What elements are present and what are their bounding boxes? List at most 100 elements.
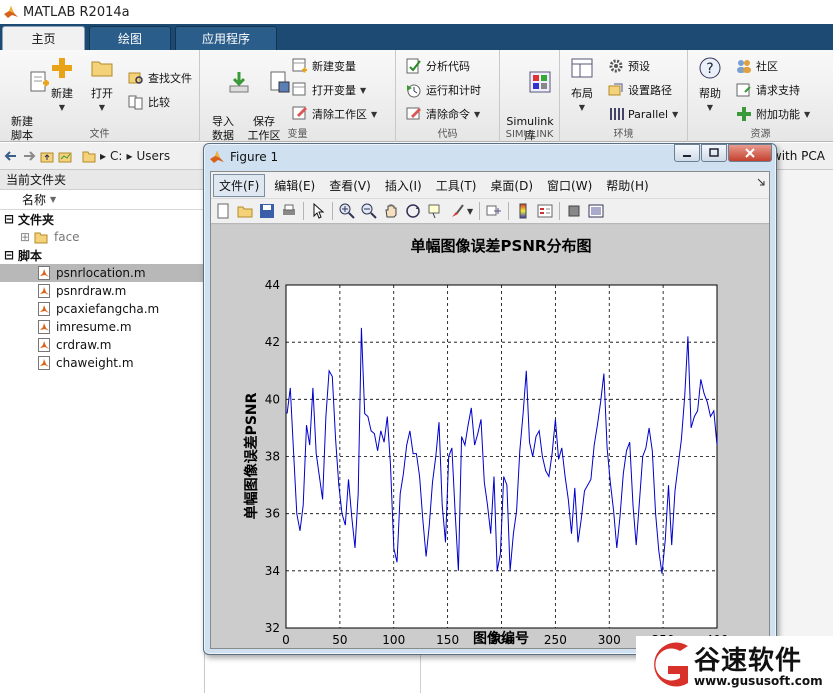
category-folders[interactable]: ⊟ 文件夹 <box>0 210 204 228</box>
pan-hand-icon[interactable] <box>383 203 399 219</box>
breadcrumb[interactable]: ▸ C: ▸ Users <box>82 149 174 163</box>
open-button[interactable]: 打开 ▼ <box>86 56 118 115</box>
parallel-button[interactable]: Parallel ▼ <box>608 104 678 124</box>
pointer-icon[interactable] <box>310 203 326 219</box>
rotate-3d-icon[interactable] <box>405 203 421 219</box>
analyze-code-label: 分析代码 <box>426 60 470 73</box>
chevron-down-icon: ▼ <box>98 103 106 112</box>
expand-icon[interactable]: ⊞ <box>20 230 34 244</box>
preferences-button[interactable]: 预设 <box>608 56 650 76</box>
figure-menu-item[interactable]: 查看(V) <box>324 175 376 196</box>
brush-icon[interactable] <box>449 203 465 219</box>
figure-menu-item[interactable]: 编辑(E) <box>269 175 320 196</box>
new-variable-label: 新建变量 <box>312 60 356 73</box>
menubar-dock-arrow-icon[interactable] <box>757 178 765 186</box>
addons-label: 附加功能 <box>756 108 800 121</box>
figure-menu-item[interactable]: 窗口(W) <box>542 175 597 196</box>
open-variable-button[interactable]: 打开变量 ▼ <box>292 80 366 100</box>
new-figure-icon[interactable] <box>215 203 231 219</box>
legend-icon[interactable] <box>537 203 553 219</box>
tab-plots[interactable]: 绘图 <box>89 26 171 50</box>
x-tick-label: 100 <box>382 633 405 647</box>
chevron-down-icon: ▼ <box>58 103 66 112</box>
link-plot-icon[interactable] <box>486 203 502 219</box>
find-files-icon <box>128 72 143 84</box>
run-and-time-button[interactable]: 运行和计时 <box>406 80 481 100</box>
community-button[interactable]: 社区 <box>736 56 778 76</box>
breadcrumb-item-users[interactable]: Users <box>136 149 170 163</box>
chevron-down-icon: ▼ <box>474 109 481 119</box>
y-tick-label: 40 <box>265 392 280 406</box>
figure-client: 文件(F) 编辑(E) 查看(V) 插入(I) 工具(T) 桌面(D) 窗口(W) 帮助(H)… <box>210 171 770 649</box>
figure-menu-item[interactable]: 桌面(D) <box>485 175 538 196</box>
compare-button[interactable]: 比较 <box>128 92 170 112</box>
toolbar-separator <box>559 202 561 220</box>
print-icon[interactable] <box>281 203 297 219</box>
collapse-icon[interactable]: ⊟ <box>4 212 18 226</box>
open-file-icon[interactable] <box>237 203 253 219</box>
chevron-down-icon[interactable]: ▼ <box>467 207 473 216</box>
clear-commands-button[interactable]: 清除命令 ▼ <box>406 104 480 124</box>
tab-home[interactable]: 主页 <box>2 26 85 50</box>
figure-window[interactable]: Figure 1 文件(F) 编辑(E) 查看(V) 插入(I) 工具(T) 桌面(D) 窗… <box>203 143 777 655</box>
back-arrow-icon[interactable] <box>4 149 18 163</box>
zoom-in-icon[interactable] <box>339 203 355 219</box>
column-header-name[interactable]: 名称 ▼ <box>0 190 204 210</box>
zoom-out-icon[interactable] <box>361 203 377 219</box>
find-files-label: 查找文件 <box>148 72 192 85</box>
breadcrumb-item-current[interactable]: with PCA <box>772 149 825 163</box>
set-path-button[interactable]: 设置路径 <box>608 80 672 100</box>
y-axis-label: 单幅图像误差PSNR <box>243 392 260 519</box>
addons-button[interactable]: 附加功能 ▼ <box>736 104 810 124</box>
list-item[interactable]: ⊞ face <box>0 228 204 246</box>
script-list: psnrlocation.m psnrdraw.m pcaxiefangcha.m i… <box>0 264 204 372</box>
colorbar-icon[interactable] <box>515 203 531 219</box>
show-plot-tools-icon[interactable] <box>588 203 604 219</box>
category-scripts[interactable]: ⊟ 脚本 <box>0 246 204 264</box>
hide-plot-tools-icon[interactable] <box>566 203 582 219</box>
m-file-icon <box>38 338 50 352</box>
list-item[interactable]: pcaxiefangcha.m <box>0 300 204 318</box>
list-item[interactable]: chaweight.m <box>0 354 204 372</box>
watermark-brand: 谷速软件 <box>694 646 803 676</box>
request-support-button[interactable]: 请求支持 <box>736 80 800 100</box>
new-button[interactable]: 新建 ▼ <box>46 56 78 115</box>
collapse-icon[interactable]: ⊟ <box>4 248 18 262</box>
find-files-button[interactable]: 查找文件 <box>128 68 192 88</box>
help-label: 帮助 <box>699 87 721 100</box>
figure-menu-item[interactable]: 帮助(H) <box>601 175 653 196</box>
list-item[interactable]: psnrlocation.m <box>0 264 204 282</box>
new-variable-button[interactable]: 新建变量 <box>292 56 356 76</box>
help-button[interactable]: ? 帮助 ▼ <box>694 56 726 115</box>
list-item[interactable]: psnrdraw.m <box>0 282 204 300</box>
set-path-label: 设置路径 <box>628 84 672 97</box>
clear-workspace-button[interactable]: 清除工作区 ▼ <box>292 104 377 124</box>
analyze-code-button[interactable]: 分析代码 <box>406 56 470 76</box>
minimize-button[interactable] <box>674 144 700 162</box>
tab-apps[interactable]: 应用程序 <box>175 26 277 50</box>
ribbon-group-environment: 布局 ▼ 预设 设置路径 Parallel ▼ 环境 <box>560 50 688 142</box>
list-item[interactable]: crdraw.m <box>0 336 204 354</box>
layout-label: 布局 <box>571 87 593 100</box>
up-folder-icon[interactable] <box>40 149 54 163</box>
data-cursor-icon[interactable] <box>427 203 443 219</box>
layout-button[interactable]: 布局 ▼ <box>566 56 598 115</box>
maximize-button[interactable] <box>701 144 727 162</box>
list-item[interactable]: imresume.m <box>0 318 204 336</box>
browse-folder-icon[interactable] <box>58 149 72 163</box>
chevron-down-icon: ▼ <box>371 109 378 119</box>
figure-menu-item[interactable]: 文件(F) <box>213 173 266 197</box>
x-tick-label: 250 <box>544 633 567 647</box>
save-icon[interactable] <box>259 203 275 219</box>
figure-title: Figure 1 <box>230 150 279 164</box>
psnr-line-chart[interactable]: 单幅图像误差PSNR分布图 050100150200250300350400 3… <box>211 225 769 648</box>
figure-menu-item[interactable]: 工具(T) <box>431 175 482 196</box>
figure-menu-item[interactable]: 插入(I) <box>380 175 427 196</box>
file-name: chaweight.m <box>56 356 134 370</box>
ribbon-group-resources: ? 帮助 ▼ 社区 请求支持 附加功能 ▼ 资源 <box>688 50 833 142</box>
m-file-icon <box>38 266 50 280</box>
watermark-url: www.gususoft.com <box>694 674 823 688</box>
close-button[interactable] <box>728 144 772 162</box>
forward-arrow-icon[interactable] <box>22 149 36 163</box>
breadcrumb-item-drive[interactable]: C: <box>110 149 122 163</box>
